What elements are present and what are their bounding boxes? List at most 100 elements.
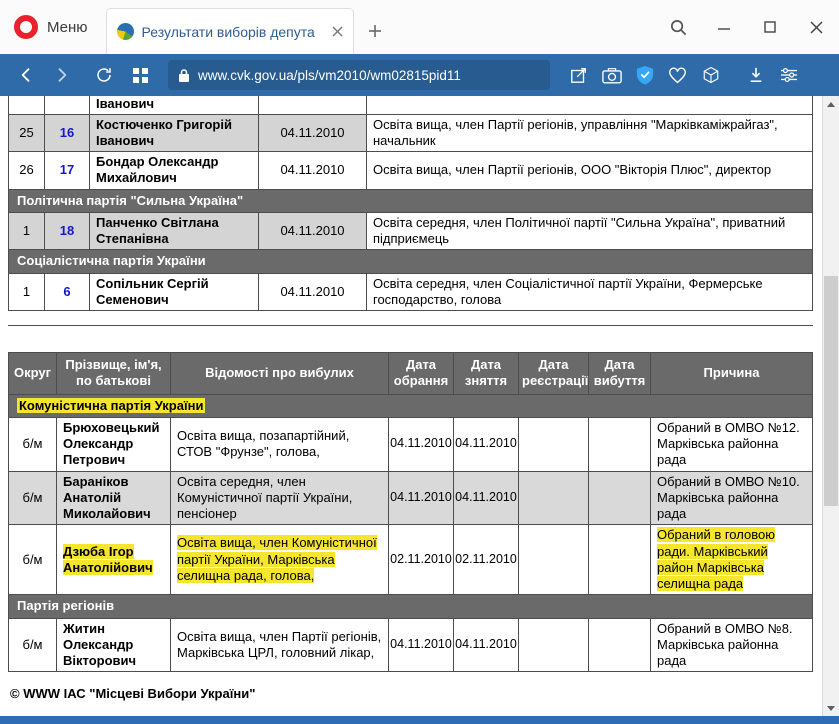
cell-reason: Обраний в ОМВО №10. Марківська районна р… <box>650 470 813 526</box>
cell-date-elected: 04.11.2010 <box>388 617 454 673</box>
scroll-up-button[interactable] <box>823 96 839 112</box>
column-header: Дата вибуття <box>588 352 651 395</box>
party-header-row: Соціалістична партія України <box>8 249 813 274</box>
column-header: Відомості про вибулих <box>170 352 389 395</box>
share-button[interactable] <box>562 57 595 93</box>
scroll-down-button[interactable] <box>823 700 839 716</box>
window-controls <box>655 0 839 54</box>
table-row: б/м Брюховецький Олександр Петрович Осві… <box>8 416 813 472</box>
snapshot-button[interactable] <box>595 57 628 93</box>
cell-name: Бараніков Анатолій Миколайович <box>56 470 171 526</box>
table-row: б/м Житин Олександр Вікторович Освіта ви… <box>8 617 813 673</box>
title-bar: Меню Результати виборів депута <box>0 0 839 54</box>
vertical-scrollbar[interactable] <box>822 96 839 716</box>
maximize-button[interactable] <box>747 0 793 54</box>
column-header: Причина <box>650 352 813 395</box>
cell-date: 04.11.2010 <box>258 113 367 152</box>
cell-date: 04.11.2010 <box>258 211 367 251</box>
candidate-number-link[interactable]: 16 <box>60 125 74 140</box>
cell-date-elected: 02.11.2010 <box>388 524 454 596</box>
forward-button[interactable] <box>44 57 80 93</box>
cell-date-removed: 04.11.2010 <box>453 617 519 673</box>
highlighted-text: Комуністична партія України <box>17 397 206 413</box>
opera-logo-icon <box>14 15 38 39</box>
cell-date: 04.11.2010 <box>258 151 367 190</box>
scrollbar-thumb[interactable] <box>824 276 838 506</box>
heart-icon <box>669 66 686 83</box>
candidate-number-link[interactable]: 18 <box>60 223 74 238</box>
candidate-number-link[interactable]: 6 <box>63 284 70 299</box>
settings-button[interactable] <box>772 57 805 93</box>
extensions-cube-icon <box>703 66 718 84</box>
table-row: 1 6 Сопільник Сергій Семенович 04.11.201… <box>8 272 813 311</box>
highlighted-text: Дзюба Ігор Анатолійович <box>63 543 153 575</box>
search-icon <box>670 19 686 35</box>
download-icon <box>750 67 761 83</box>
reload-button[interactable] <box>86 57 122 93</box>
maximize-icon <box>764 21 776 33</box>
close-button[interactable] <box>793 0 839 54</box>
candidate-number-link[interactable]: 17 <box>60 162 74 177</box>
browser-tab[interactable]: Результати виборів депута <box>105 8 354 54</box>
minimize-button[interactable] <box>701 0 747 54</box>
table-row: б/м Дзюба Ігор Анатолійович Освіта вища,… <box>8 524 813 596</box>
plus-icon <box>368 25 381 37</box>
settings-sliders-icon <box>780 67 797 83</box>
cell-okrug: б/м <box>8 416 57 472</box>
cell-ballot-number: 6 <box>44 272 90 311</box>
cell-ballot-number: 17 <box>44 151 90 190</box>
new-tab-button[interactable] <box>354 8 396 54</box>
cell-date-removed: 04.11.2010 <box>453 416 519 472</box>
column-header: Округ <box>8 352 57 395</box>
cell-name: Житин Олександр Вікторович <box>56 617 171 673</box>
search-button[interactable] <box>655 0 701 54</box>
speed-dial-button[interactable] <box>122 57 158 93</box>
scroll-down-icon <box>827 705 835 711</box>
cell-name: Сопільник Сергій Семенович <box>89 272 259 311</box>
cell-date-departed <box>588 617 651 673</box>
party-header: Політична партія "Сильна Україна" <box>8 188 813 213</box>
highlighted-text: Освіта вища, член Комуністичної партії У… <box>177 535 377 583</box>
table-row: б/м Бараніков Анатолій Миколайович Освіт… <box>8 470 813 526</box>
column-header: Дата реєстрації <box>518 352 589 395</box>
cell-okrug: б/м <box>8 617 57 673</box>
vpn-badge-button[interactable] <box>628 57 661 93</box>
column-header: Дата зняття <box>453 352 519 395</box>
address-field[interactable]: www.cvk.gov.ua/pls/vm2010/wm02815pid11 <box>168 60 550 90</box>
cell-ballot-number: 18 <box>44 211 90 251</box>
cell-date-departed <box>588 416 651 472</box>
cell-date-removed: 04.11.2010 <box>453 470 519 526</box>
cell-name: Костюченко Григорій Іванович <box>89 113 259 152</box>
cell-index: 25 <box>8 113 45 152</box>
tab-close-icon[interactable] <box>332 26 343 37</box>
cell-info: Освіта вища, член Партії регіонів, Маркі… <box>170 617 389 673</box>
close-icon <box>809 20 823 34</box>
cell-info <box>366 96 813 115</box>
cell-date-departed <box>588 470 651 526</box>
cell-okrug: б/м <box>8 524 57 596</box>
cell-reason: Обраний в ОМВО №12. Марківська районна р… <box>650 416 813 472</box>
cell-reason: Обраний в ОМВО №8. Марківська районна ра… <box>650 617 813 673</box>
cell-date <box>258 96 367 115</box>
cell-date: 04.11.2010 <box>258 272 367 311</box>
cell-name: Іванович <box>89 96 259 115</box>
section-divider <box>8 325 813 326</box>
cell-reason: Обраний в головою ради. Марківський райо… <box>650 524 813 596</box>
forward-icon <box>58 68 67 82</box>
bookmark-button[interactable] <box>661 57 694 93</box>
cell-index: 1 <box>8 211 45 251</box>
downloads-button[interactable] <box>739 57 772 93</box>
cell-ballot-number: 16 <box>44 113 90 152</box>
extensions-button[interactable] <box>694 57 727 93</box>
table-row: 25 16 Костюченко Григорій Іванович 04.11… <box>8 113 813 152</box>
cell-date-registered <box>518 617 589 673</box>
cell-date-registered <box>518 416 589 472</box>
cell-index <box>8 96 45 115</box>
table-row: 1 18 Панченко Світлана Степанівна 04.11.… <box>8 211 813 251</box>
back-button[interactable] <box>8 57 44 93</box>
cell-info: Освіта середня, член Соціалістичної парт… <box>366 272 813 311</box>
table-row: 26 17 Бондар Олександр Михайлович 04.11.… <box>8 151 813 190</box>
address-bar: www.cvk.gov.ua/pls/vm2010/wm02815pid11 <box>0 54 839 96</box>
opera-menu-button[interactable]: Меню <box>0 0 106 54</box>
table-header-row: Округ Прізвище, ім'я, по батькові Відомо… <box>8 352 813 395</box>
